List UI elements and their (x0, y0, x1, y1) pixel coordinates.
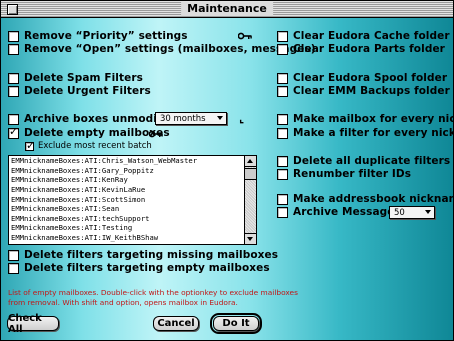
clear-parts-checkbox[interactable] (277, 43, 288, 55)
make-addressbook-label: Make addressbook nicknames (293, 193, 453, 205)
key-icon (149, 130, 163, 138)
delete-missing-targets-checkbox[interactable] (8, 249, 19, 261)
clear-emm-backups-row[interactable]: Clear EMM Backups folder (277, 85, 450, 97)
delete-spam-checkbox[interactable] (8, 72, 19, 84)
chevron-down-icon (425, 210, 431, 214)
remove-open-label: Remove “Open” settings (mailboxes, messa… (24, 43, 316, 55)
renumber-filter-checkbox[interactable] (277, 168, 288, 180)
help-text: List of empty mailboxes. Double-click wi… (8, 288, 298, 307)
list-item[interactable]: EMMnicknameBoxes:ATI:KenRay (9, 175, 245, 185)
make-filter-row[interactable]: Make a filter for every nickname (277, 127, 454, 139)
list-item[interactable]: EMMnicknameBoxes:ATI:Chris_Watson_WebMas… (9, 156, 245, 166)
scroll-thumb[interactable] (245, 168, 256, 180)
archive-messages-row[interactable]: Archive Messages (277, 206, 401, 218)
delete-empty-checkbox[interactable] (8, 126, 19, 139)
delete-duplicate-checkbox[interactable] (277, 155, 288, 167)
remove-open-checkbox[interactable] (8, 43, 19, 55)
scroll-up-arrow-icon[interactable] (245, 156, 256, 167)
make-filter-checkbox[interactable] (277, 127, 288, 139)
make-mailbox-checkbox[interactable] (277, 113, 288, 125)
delete-duplicate-label: Delete all duplicate filters (293, 155, 451, 167)
do-it-button[interactable]: Do It (210, 313, 262, 334)
list-item[interactable]: EMMnicknameBoxes:ATI:ScottSimon (9, 195, 245, 205)
exclude-recent-row[interactable]: Exclude most recent batch (25, 140, 152, 152)
renumber-filter-label: Renumber filter IDs (293, 168, 412, 180)
delete-urgent-row[interactable]: Delete Urgent Filters (8, 85, 151, 97)
archive-unmodified-checkbox[interactable] (8, 113, 19, 125)
archive-messages-value: 50 (394, 207, 405, 218)
clear-cache-row[interactable]: Clear Eudora Cache folder (277, 30, 450, 42)
delete-missing-targets-row[interactable]: Delete filters targeting missing mailbox… (8, 249, 278, 261)
remove-priority-row[interactable]: Remove “Priority” settings (8, 30, 188, 42)
clear-emm-backups-checkbox[interactable] (277, 85, 288, 97)
empty-mailbox-list[interactable]: EMMnicknameBoxes:ATI:Chris_Watson_WebMas… (8, 155, 257, 245)
list-item[interactable]: EMMnicknameBoxes:ATI:techSupport (9, 214, 245, 224)
make-mailbox-row[interactable]: Make mailbox for every nickname (277, 113, 453, 125)
clear-spool-row[interactable]: Clear Eudora Spool folder (277, 72, 447, 84)
make-filter-label: Make a filter for every nickname (293, 127, 454, 139)
exclude-recent-checkbox[interactable] (25, 140, 35, 152)
exclude-recent-label: Exclude most recent batch (38, 141, 152, 151)
scroll-down-arrow-icon[interactable] (245, 233, 256, 244)
hourglass-icon: ⌞ (239, 112, 245, 125)
delete-empty-row[interactable]: Delete empty mailboxes (8, 126, 170, 139)
list-item[interactable]: EMMnicknameBoxes:ATI:Sean (9, 204, 245, 214)
archive-messages-label: Archive Messages (293, 206, 401, 218)
key-icon (238, 32, 252, 40)
clear-emm-backups-label: Clear EMM Backups folder (293, 85, 450, 97)
check-all-button[interactable]: Check All (7, 313, 59, 335)
make-addressbook-row[interactable]: Make addressbook nicknames (277, 193, 453, 205)
delete-urgent-label: Delete Urgent Filters (24, 85, 151, 97)
make-mailbox-label: Make mailbox for every nickname (293, 113, 453, 125)
chevron-down-icon (217, 116, 223, 120)
renumber-filter-row[interactable]: Renumber filter IDs (277, 168, 411, 180)
delete-missing-targets-label: Delete filters targeting missing mailbox… (24, 249, 279, 261)
clear-parts-label: Clear Eudora Parts folder (293, 43, 445, 55)
delete-empty-targets-checkbox[interactable] (8, 262, 19, 274)
archive-months-popup[interactable]: 30 months (155, 112, 227, 125)
archive-messages-checkbox[interactable] (277, 206, 288, 218)
list-scrollbar[interactable] (244, 156, 256, 244)
clear-spool-checkbox[interactable] (277, 72, 288, 84)
clear-cache-label: Clear Eudora Cache folder (293, 30, 450, 42)
window-title: Maintenance (181, 2, 273, 16)
cancel-button[interactable]: Cancel (153, 316, 199, 331)
clear-cache-checkbox[interactable] (277, 30, 288, 42)
title-bar[interactable]: Maintenance (1, 1, 453, 18)
remove-open-row[interactable]: Remove “Open” settings (mailboxes, messa… (8, 43, 316, 55)
list-item[interactable]: EMMnicknameBoxes:ATI:Gary_Poppitz (9, 166, 245, 176)
maintenance-window: Maintenance Remove “Priority” settings R… (0, 0, 454, 341)
delete-empty-label: Delete empty mailboxes (24, 127, 170, 139)
delete-spam-row[interactable]: Delete Spam Filters (8, 72, 143, 84)
delete-empty-targets-label: Delete filters targeting empty mailboxes (24, 262, 270, 274)
remove-priority-checkbox[interactable] (8, 30, 19, 42)
close-box[interactable] (7, 4, 18, 15)
archive-messages-popup[interactable]: 50 (389, 206, 435, 219)
clear-spool-label: Clear Eudora Spool folder (293, 72, 448, 84)
delete-duplicate-row[interactable]: Delete all duplicate filters (277, 155, 450, 167)
delete-spam-label: Delete Spam Filters (24, 72, 143, 84)
list-item[interactable]: EMMnicknameBoxes:ATI:Testing (9, 223, 245, 233)
list-item[interactable]: EMMnicknameBoxes:ATI:KevinLaRue (9, 185, 245, 195)
list-item[interactable]: EMMnicknameBoxes:ATI:IW_KeithBShaw (9, 233, 245, 243)
clear-parts-row[interactable]: Clear Eudora Parts folder (277, 43, 445, 55)
archive-months-value: 30 months (160, 113, 206, 124)
delete-urgent-checkbox[interactable] (8, 85, 19, 97)
remove-priority-label: Remove “Priority” settings (24, 30, 188, 42)
make-addressbook-checkbox[interactable] (277, 193, 288, 205)
delete-empty-targets-row[interactable]: Delete filters targeting empty mailboxes (8, 262, 270, 274)
